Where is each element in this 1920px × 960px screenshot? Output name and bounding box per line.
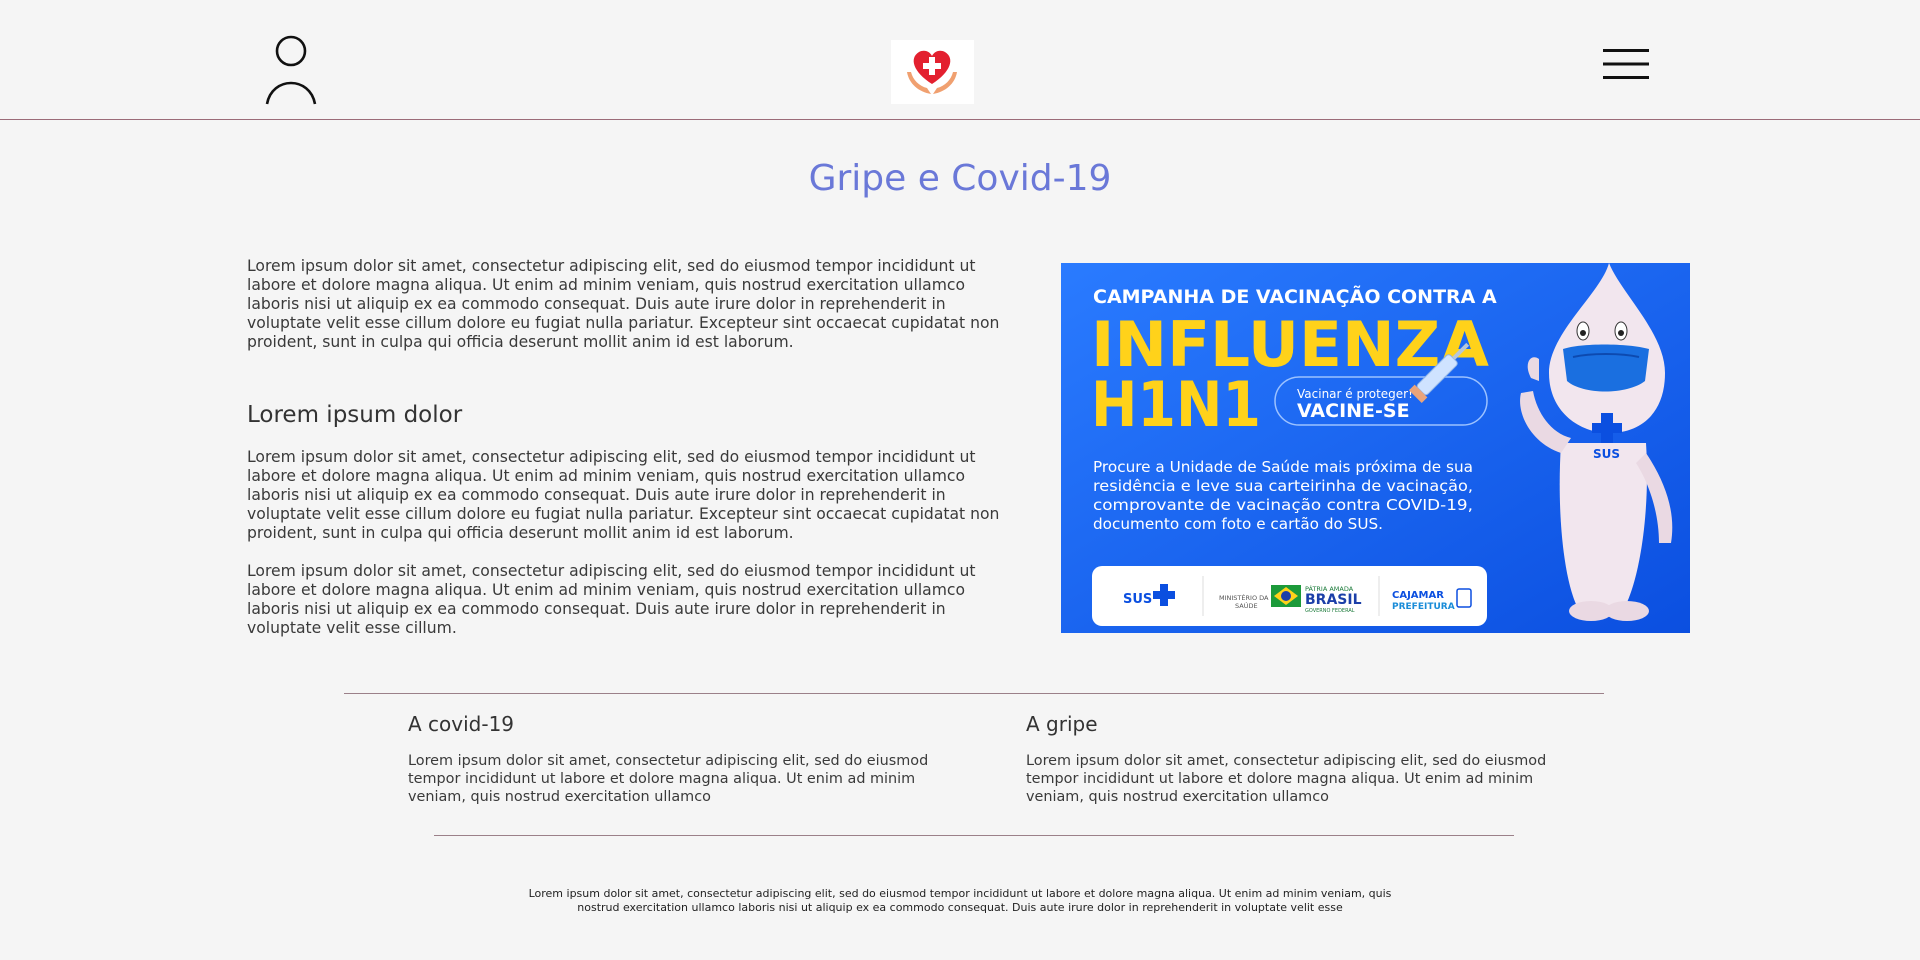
banner-pill-small: Vacinar é proteger! <box>1297 387 1413 401</box>
banner-body-line: comprovante de vacinação contra COVID-19… <box>1093 496 1473 514</box>
vaccination-campaign-banner[interactable]: CAMPANHA DE VACINAÇÃO CONTRA A INFLUENZA… <box>1061 263 1690 633</box>
cajamar-logo: CAJAMAR <box>1392 590 1444 601</box>
banner-body-line: Procure a Unidade de Saúde mais próxima … <box>1093 458 1473 476</box>
mascot-badge: SUS <box>1593 447 1620 461</box>
section-subheading: Lorem ipsum dolor <box>247 402 463 428</box>
banner-body-line: documento com foto e cartão do SUS. <box>1093 515 1383 533</box>
ministerio-logo: MINISTÉRIO DA <box>1219 593 1269 602</box>
site-header <box>0 0 1920 120</box>
card-title-covid: A covid-19 <box>408 712 515 736</box>
brasil-logo: BRASIL <box>1305 592 1362 608</box>
ministerio-logo: SAÚDE <box>1235 601 1258 610</box>
sus-logo: SUS <box>1123 592 1152 607</box>
body-paragraph: Lorem ipsum dolor sit amet, consectetur … <box>247 448 1000 542</box>
card-title-gripe: A gripe <box>1026 712 1098 736</box>
cajamar-logo: PREFEITURA <box>1392 602 1455 612</box>
user-icon[interactable] <box>264 32 318 108</box>
section-divider <box>344 693 1604 694</box>
brasil-logo: GOVERNO FEDERAL <box>1305 608 1355 614</box>
banner-h1n1: H1N1 <box>1091 368 1261 441</box>
banner-headline: CAMPANHA DE VACINAÇÃO CONTRA A <box>1093 284 1497 308</box>
body-paragraph: Lorem ipsum dolor sit amet, consectetur … <box>247 562 976 637</box>
intro-paragraph: Lorem ipsum dolor sit amet, consectetur … <box>247 257 1000 351</box>
card-text-covid: Lorem ipsum dolor sit amet, consectetur … <box>408 753 929 805</box>
page-title: Gripe e Covid-19 <box>808 158 1112 199</box>
hamburger-menu-icon[interactable] <box>1603 48 1649 80</box>
banner-body-line: residência e leve sua carteirinha de vac… <box>1093 477 1473 495</box>
card-text-gripe: Lorem ipsum dolor sit amet, consectetur … <box>1026 753 1547 805</box>
footer-divider <box>434 835 1514 836</box>
footer-text: Lorem ipsum dolor sit amet, consectetur … <box>528 887 1392 914</box>
banner-pill-big: VACINE-SE <box>1297 400 1410 422</box>
heart-hands-logo-icon[interactable] <box>891 40 974 104</box>
